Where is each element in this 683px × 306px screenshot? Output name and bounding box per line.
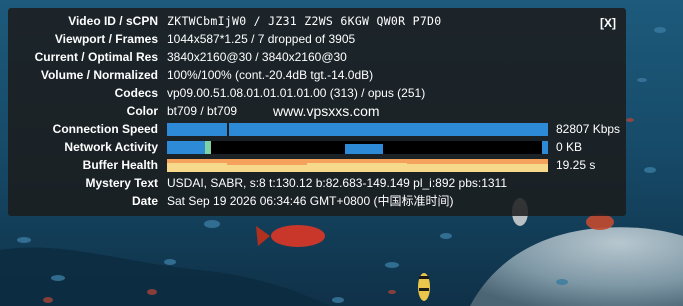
connection-speed-graph (167, 123, 548, 136)
row-buffer-health: Buffer Health 19.25 s (8, 156, 626, 174)
row-resolution: Current / Optimal Res 3840x2160@30 / 384… (8, 48, 626, 66)
row-video-id: Video ID / sCPN ZKTWCbmIjW0 / JZ31 Z2WS … (8, 12, 626, 30)
buffer-health-graph (167, 159, 548, 172)
network-activity-bar-a (167, 141, 205, 154)
network-activity-bar-b (345, 144, 383, 154)
volume-value: 100%/100% (cont.-20.4dB tgt.-14.0dB) (167, 68, 374, 82)
connection-speed-bar-b (229, 123, 548, 136)
watermark-text: www.vpsxxs.com (273, 103, 380, 119)
connection-speed-label: Connection Speed (52, 122, 158, 136)
color-value: bt709 / bt709 (167, 104, 238, 118)
row-codecs: Codecs vp09.00.51.08.01.01.01.01.00 (313… (8, 84, 626, 102)
buffer-health-value: 19.25 s (556, 158, 596, 172)
date-value: Sat Sep 19 2026 06:34:46 GMT+0800 (中国标准时… (167, 194, 454, 208)
network-activity-graph (167, 141, 548, 154)
connection-speed-value: 82807 Kbps (556, 122, 621, 136)
row-network-activity: Network Activity 0 KB (8, 138, 626, 156)
row-volume: Volume / Normalized 100%/100% (cont.-20.… (8, 66, 626, 84)
buffer-health-fill-a (167, 163, 227, 172)
volume-label: Volume / Normalized (40, 68, 158, 82)
buffer-health-label: Buffer Health (82, 158, 158, 172)
video-id-value: ZKTWCbmIjW0 / JZ31 Z2WS 6KGW QW0R P7D0 (167, 14, 442, 28)
buffer-health-fill-c (307, 163, 407, 172)
mystery-text-label: Mystery Text (85, 176, 158, 190)
mystery-text-value: USDAI, SABR, s:8 t:130.12 b:82.683-149.1… (167, 176, 508, 190)
buffer-health-fill-b (227, 165, 307, 172)
viewport-value: 1044x587*1.25 / 7 dropped of 3905 (167, 32, 356, 46)
network-activity-label: Network Activity (64, 140, 158, 154)
network-activity-bar-c (542, 141, 548, 154)
video-id-label: Video ID / sCPN (68, 14, 158, 28)
codecs-value: vp09.00.51.08.01.01.01.01.00 (313) / opu… (167, 86, 426, 100)
striped-fish-shape (418, 273, 430, 301)
row-mystery-text: Mystery Text USDAI, SABR, s:8 t:130.12 b… (8, 174, 626, 192)
codecs-label: Codecs (114, 86, 158, 100)
resolution-label: Current / Optimal Res (34, 50, 158, 64)
stats-for-nerds-panel: [X] Video ID / sCPN ZKTWCbmIjW0 / JZ31 Z… (8, 8, 626, 216)
connection-speed-bar-a (167, 123, 227, 136)
viewport-label: Viewport / Frames (54, 32, 158, 46)
color-label: Color (126, 104, 158, 118)
row-viewport: Viewport / Frames 1044x587*1.25 / 7 drop… (8, 30, 626, 48)
row-color: Color bt709 / bt709 www.vpsxxs.com (8, 102, 626, 120)
network-activity-value: 0 KB (556, 140, 583, 154)
row-date: Date Sat Sep 19 2026 06:34:46 GMT+0800 (… (8, 192, 626, 210)
network-activity-bar-accent (205, 141, 211, 154)
row-connection-speed: Connection Speed 82807 Kbps (8, 120, 626, 138)
date-label: Date (131, 194, 158, 208)
buffer-health-fill-d (407, 164, 548, 172)
resolution-value: 3840x2160@30 / 3840x2160@30 (167, 50, 347, 64)
